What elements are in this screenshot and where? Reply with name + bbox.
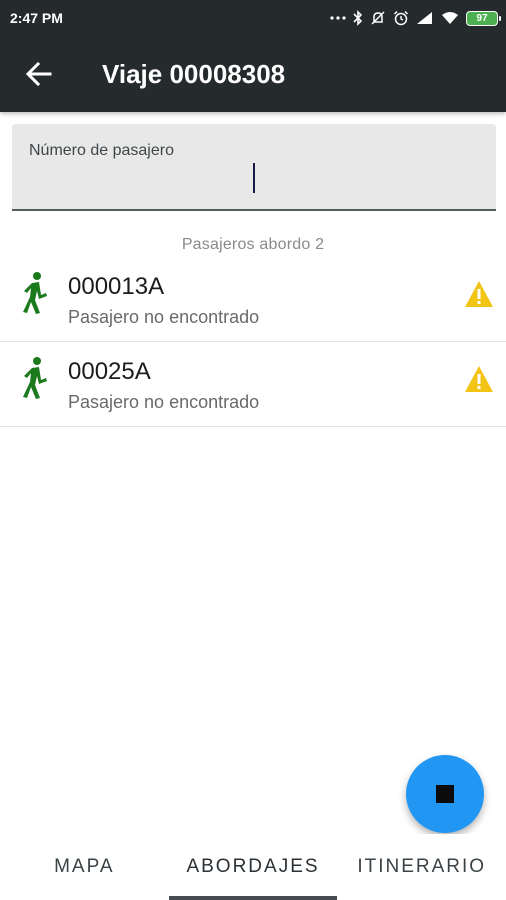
walking-person-icon xyxy=(23,272,47,314)
passenger-id: 00025A xyxy=(68,358,151,385)
dots-icon xyxy=(330,16,346,20)
alarm-icon xyxy=(393,10,409,26)
stop-button[interactable] xyxy=(406,755,484,833)
mute-icon xyxy=(371,11,385,25)
status-icons: 97 xyxy=(330,10,501,26)
bottom-tabs: MAPA ABORDAJES ITINERARIO xyxy=(0,834,506,900)
status-time: 2:47 PM xyxy=(10,10,63,26)
tab-mapa[interactable]: MAPA xyxy=(0,834,169,900)
battery-icon: 97 xyxy=(466,10,501,26)
status-bar: 2:47 PM 97 xyxy=(0,0,506,36)
text-cursor xyxy=(253,163,255,193)
app-bar: Viaje 00008308 xyxy=(0,36,506,112)
warning-icon xyxy=(465,281,493,307)
passenger-count: Pasajeros abordo 2 xyxy=(181,236,325,253)
passenger-list: 000013A Pasajero no encontrado 00025A Pa… xyxy=(0,257,506,427)
page-title: Viaje 00008308 xyxy=(102,58,286,89)
passenger-number-label: Número de pasajero xyxy=(29,142,174,159)
walking-person-icon xyxy=(23,357,47,399)
signal-icon xyxy=(417,12,432,24)
list-item[interactable]: 00025A Pasajero no encontrado xyxy=(0,342,506,427)
warning-icon xyxy=(465,366,493,392)
arrow-left-icon xyxy=(26,62,52,86)
bluetooth-icon xyxy=(353,10,363,26)
back-button[interactable] xyxy=(0,36,78,112)
passenger-status: Pasajero no encontrado xyxy=(68,392,260,412)
wifi-icon xyxy=(442,12,458,24)
tab-itinerario[interactable]: ITINERARIO xyxy=(337,834,506,900)
passenger-id: 000013A xyxy=(68,273,165,300)
list-item[interactable]: 000013A Pasajero no encontrado xyxy=(0,257,506,342)
stop-icon xyxy=(436,785,454,803)
passenger-status: Pasajero no encontrado xyxy=(68,307,260,327)
battery-level: 97 xyxy=(476,12,488,24)
tab-abordajes[interactable]: ABORDAJES xyxy=(168,834,338,900)
